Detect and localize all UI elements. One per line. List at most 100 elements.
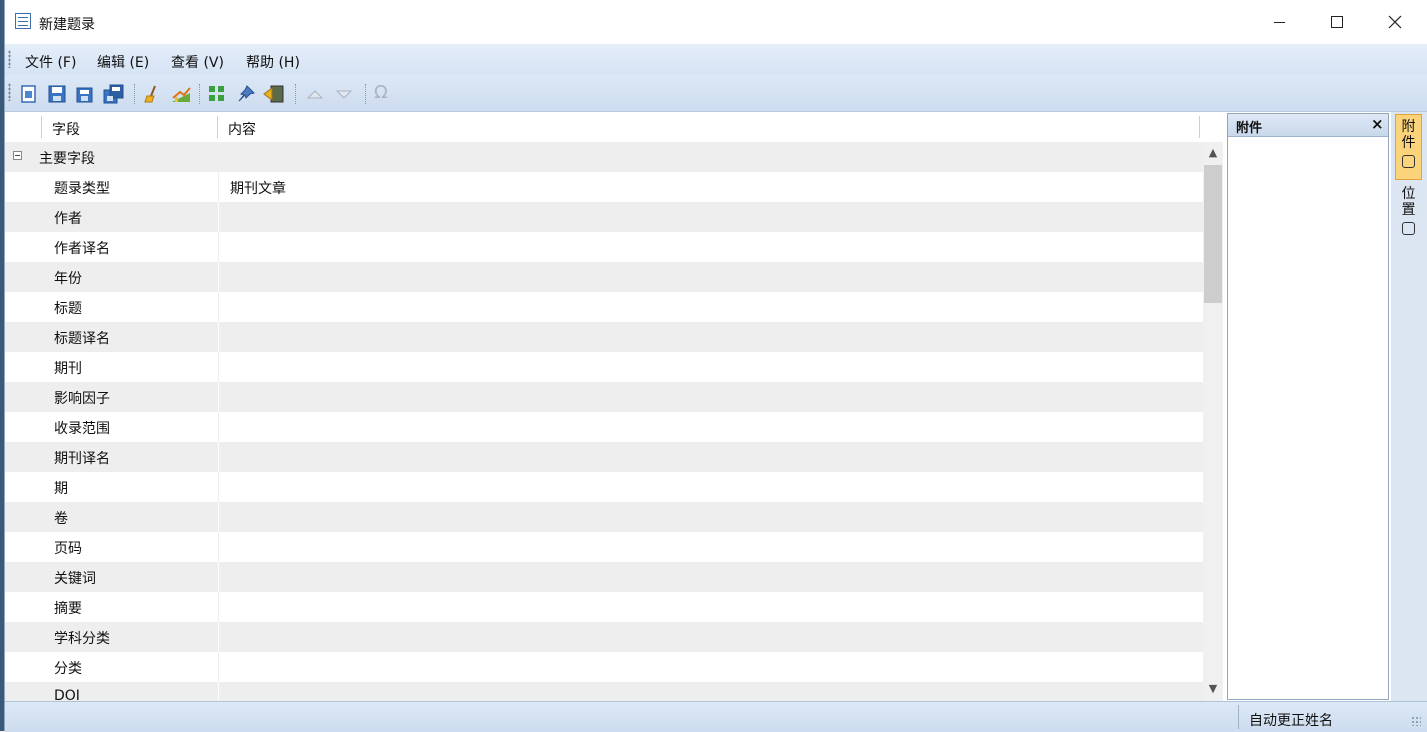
field-name: 学科分类 (54, 631, 110, 647)
export-icon (263, 85, 284, 103)
field-name: 关键词 (54, 571, 96, 587)
move-down-button[interactable] (334, 84, 354, 104)
attachments-panel-title: 附件 (1236, 121, 1263, 136)
table-row[interactable]: 期 (5, 472, 1203, 502)
status-divider (1238, 705, 1239, 729)
field-name: 标题 (54, 301, 82, 317)
save-all-button[interactable] (103, 84, 124, 104)
column-divider[interactable] (217, 116, 218, 138)
tab-label: 件 (1401, 135, 1416, 151)
attachments-panel: 附件 × (1227, 113, 1389, 700)
table-row[interactable]: 标题 (5, 292, 1203, 322)
minimize-button[interactable] (1250, 0, 1308, 44)
tab-label: 位 (1401, 186, 1416, 202)
tab-attachments[interactable]: 附 件 (1395, 114, 1422, 180)
clear-button[interactable] (142, 84, 162, 104)
save-close-button[interactable] (75, 84, 95, 104)
title-bar: 新建题录 (5, 0, 1427, 44)
menu-help[interactable]: 帮助 (H) (246, 52, 300, 72)
table-row[interactable]: 关键词 (5, 562, 1203, 592)
toolbar-separator (199, 84, 201, 104)
pin-icon (238, 85, 255, 102)
field-rows: 题录类型 期刊文章 作者 作者译名 年份 标题 标题译名 期刊 影响因子 收录范围… (5, 172, 1203, 701)
field-name: 页码 (54, 541, 82, 557)
field-value[interactable]: 期刊文章 (230, 178, 286, 198)
table-row[interactable]: DOI (5, 682, 1203, 701)
table-row[interactable]: 期刊 (5, 352, 1203, 382)
table-row[interactable]: 卷 (5, 502, 1203, 532)
toolbar-separator (365, 84, 367, 104)
field-name: 期刊译名 (54, 451, 110, 467)
pin-button[interactable] (236, 84, 256, 104)
save-icon (48, 85, 66, 103)
menu-edit[interactable]: 编辑 (E) (97, 52, 149, 72)
scrollbar-thumb[interactable] (1204, 165, 1222, 303)
table-row[interactable]: 作者 (5, 202, 1203, 232)
location-icon (1402, 222, 1415, 235)
vertical-scrollbar[interactable]: ▲ ▼ (1203, 142, 1223, 701)
resize-grip-icon[interactable] (1411, 716, 1421, 726)
down-arrow-icon (335, 90, 353, 99)
group-label: 主要字段 (39, 151, 95, 167)
move-up-button[interactable] (305, 84, 325, 104)
column-header-content[interactable]: 内容 (228, 119, 256, 139)
field-name: 年份 (54, 271, 82, 287)
table-row[interactable]: 题录类型 期刊文章 (5, 172, 1203, 202)
group-row-main-fields[interactable]: 主要字段 (5, 142, 1203, 172)
table-row[interactable]: 学科分类 (5, 622, 1203, 652)
status-auto-correct-names[interactable]: 自动更正姓名 (1249, 710, 1333, 730)
column-divider (1199, 116, 1200, 138)
maximize-button[interactable] (1308, 0, 1366, 44)
close-button[interactable] (1366, 0, 1424, 44)
scroll-up-icon[interactable]: ▲ (1203, 144, 1223, 162)
up-arrow-icon (306, 90, 324, 99)
menubar-grip[interactable] (8, 50, 11, 68)
field-name: 作者译名 (54, 241, 110, 257)
field-name: 分类 (54, 661, 82, 677)
chart-button[interactable] (170, 84, 191, 104)
table-row[interactable]: 作者译名 (5, 232, 1203, 262)
omega-icon[interactable]: Ω (374, 82, 394, 103)
field-name: 摘要 (54, 601, 82, 617)
side-tab-strip: 附 件 位 置 (1391, 112, 1427, 701)
property-grid: 字段 内容 主要字段 题录类型 期刊文章 作者 作者译名 年份 标题 标题译名 期… (5, 112, 1203, 701)
table-row[interactable]: 页码 (5, 532, 1203, 562)
close-icon[interactable]: × (1371, 115, 1384, 133)
field-name: 期刊 (54, 361, 82, 377)
table-row[interactable]: 年份 (5, 262, 1203, 292)
field-name: 卷 (54, 511, 68, 527)
scroll-down-icon[interactable]: ▼ (1203, 680, 1223, 698)
column-header-field[interactable]: 字段 (52, 119, 80, 139)
grid-header: 字段 内容 (5, 112, 1203, 143)
tab-location[interactable]: 位 置 (1395, 186, 1422, 246)
field-name: 题录类型 (54, 181, 110, 197)
toolbar-grip[interactable] (8, 83, 11, 101)
window-title: 新建题录 (39, 17, 95, 33)
collapse-icon[interactable] (13, 151, 22, 160)
paperclip-icon (1402, 155, 1415, 168)
toolbar: Ω (5, 75, 1427, 112)
table-row[interactable]: 影响因子 (5, 382, 1203, 412)
save-button[interactable] (47, 84, 67, 104)
table-row[interactable]: 期刊译名 (5, 442, 1203, 472)
grid-button[interactable] (207, 84, 227, 104)
toolbar-separator (295, 84, 297, 104)
field-name: 作者 (54, 211, 82, 227)
table-row[interactable]: 标题译名 (5, 322, 1203, 352)
table-row[interactable]: 收录范围 (5, 412, 1203, 442)
save-close-icon (76, 87, 93, 103)
menu-file[interactable]: 文件 (F) (25, 52, 76, 72)
menu-view[interactable]: 查看 (V) (171, 52, 224, 72)
table-row[interactable]: 摘要 (5, 592, 1203, 622)
tab-label: 置 (1401, 202, 1416, 218)
attachments-panel-header: 附件 × (1228, 114, 1388, 137)
export-button[interactable] (263, 84, 284, 104)
status-bar: 自动更正姓名 (5, 701, 1427, 732)
column-divider[interactable] (41, 116, 42, 138)
chart-icon (172, 87, 191, 102)
close-icon (1388, 15, 1402, 29)
tab-label: 附 (1401, 119, 1416, 135)
new-button[interactable] (19, 84, 39, 104)
table-row[interactable]: 分类 (5, 652, 1203, 682)
new-icon (21, 85, 36, 103)
